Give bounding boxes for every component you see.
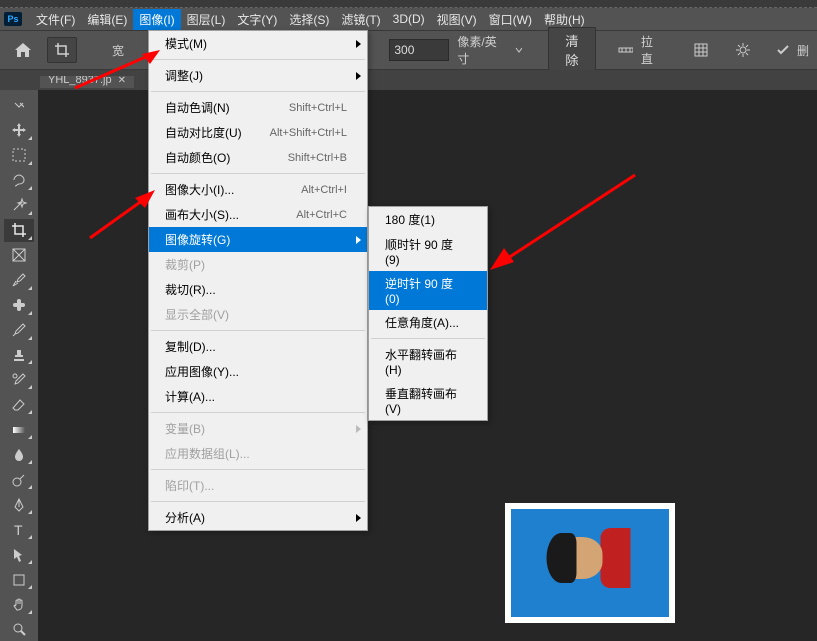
menu-layer[interactable]: 图层(L) [181, 9, 232, 30]
image-menu-dropdown: 模式(M) 调整(J) 自动色调(N)Shift+Ctrl+L 自动对比度(U)… [148, 30, 368, 531]
menu-apply-image[interactable]: 应用图像(Y)... [149, 359, 367, 384]
menubar: Ps 文件(F) 编辑(E) 图像(I) 图层(L) 文字(Y) 选择(S) 滤… [0, 8, 817, 30]
eraser-tool[interactable] [4, 393, 34, 416]
rotate-90-ccw[interactable]: 逆时针 90 度(0) [369, 271, 487, 310]
straighten-label: 拉直 [641, 33, 664, 67]
blur-tool[interactable] [4, 443, 34, 466]
menu-canvas-size[interactable]: 画布大小(S)...Alt+Ctrl+C [149, 202, 367, 227]
home-icon[interactable] [8, 36, 39, 64]
canvas-image[interactable] [505, 503, 675, 623]
menu-auto-tone[interactable]: 自动色调(N)Shift+Ctrl+L [149, 95, 367, 120]
menu-analysis[interactable]: 分析(A) [149, 505, 367, 530]
crop-tool[interactable] [4, 219, 34, 242]
tools-panel: T [0, 90, 38, 641]
menu-auto-color[interactable]: 自动颜色(O)Shift+Ctrl+B [149, 145, 367, 170]
path-tool[interactable] [4, 543, 34, 566]
menu-trap: 陷印(T)... [149, 473, 367, 498]
flip-vertical[interactable]: 垂直翻转画布(V) [369, 381, 487, 420]
check-icon [776, 43, 789, 57]
rotate-arbitrary[interactable]: 任意角度(A)... [369, 310, 487, 335]
menu-mode[interactable]: 模式(M) [149, 31, 367, 56]
menu-3d[interactable]: 3D(D) [387, 10, 431, 28]
stamp-tool[interactable] [4, 344, 34, 367]
menu-trim[interactable]: 裁切(R)... [149, 277, 367, 302]
gear-icon[interactable] [735, 42, 750, 58]
brush-tool[interactable] [4, 319, 34, 342]
crop-tool-icon[interactable] [47, 37, 77, 63]
chevron-down-icon[interactable] [515, 46, 523, 54]
menu-image[interactable]: 图像(I) [133, 9, 180, 30]
menu-reveal-all: 显示全部(V) [149, 302, 367, 327]
grid-icon[interactable] [693, 42, 708, 58]
menu-edit[interactable]: 编辑(E) [81, 9, 133, 30]
resolution-unit[interactable]: 像素/英寸 [457, 33, 506, 67]
gradient-tool[interactable] [4, 418, 34, 441]
healing-tool[interactable] [4, 294, 34, 317]
menu-view[interactable]: 视图(V) [431, 9, 483, 30]
pen-tool[interactable] [4, 493, 34, 516]
menu-select[interactable]: 选择(S) [283, 9, 335, 30]
ps-logo: Ps [4, 12, 22, 26]
menu-type[interactable]: 文字(Y) [231, 9, 283, 30]
menu-image-size[interactable]: 图像大小(I)...Alt+Ctrl+I [149, 177, 367, 202]
expand-icon[interactable] [4, 94, 34, 117]
menu-duplicate[interactable]: 复制(D)... [149, 334, 367, 359]
rotate-90-cw[interactable]: 顺时针 90 度(9) [369, 232, 487, 271]
menu-calculations[interactable]: 计算(A)... [149, 384, 367, 409]
options-bar: 宽 米 像素/英寸 清除 拉直 删 [0, 30, 817, 70]
frame-tool[interactable] [4, 244, 34, 267]
menu-adjustments[interactable]: 调整(J) [149, 63, 367, 88]
svg-text:T: T [14, 522, 23, 538]
menu-filter[interactable]: 滤镜(T) [335, 9, 386, 30]
flip-horizontal[interactable]: 水平翻转画布(H) [369, 342, 487, 381]
resolution-input[interactable] [389, 39, 449, 61]
rotate-180[interactable]: 180 度(1) [369, 207, 487, 232]
menu-image-rotation[interactable]: 图像旋转(G) [149, 227, 367, 252]
clear-button[interactable]: 清除 [548, 27, 596, 73]
menu-crop: 裁剪(P) [149, 252, 367, 277]
delete-label: 删 [797, 42, 809, 59]
eyedropper-tool[interactable] [4, 269, 34, 292]
width-label: 宽 [112, 42, 124, 59]
menu-apply-dataset: 应用数据组(L)... [149, 441, 367, 466]
lasso-tool[interactable] [4, 169, 34, 192]
shape-tool[interactable] [4, 568, 34, 591]
dodge-tool[interactable] [4, 468, 34, 491]
rotation-submenu: 180 度(1) 顺时针 90 度(9) 逆时针 90 度(0) 任意角度(A)… [368, 206, 488, 421]
straighten-icon[interactable] [618, 43, 633, 57]
history-brush-tool[interactable] [4, 368, 34, 391]
menu-window[interactable]: 窗口(W) [483, 9, 538, 30]
marquee-tool[interactable] [4, 144, 34, 167]
close-icon[interactable]: ✕ [118, 75, 126, 86]
magic-wand-tool[interactable] [4, 194, 34, 217]
menu-variables: 变量(B) [149, 416, 367, 441]
type-tool[interactable]: T [4, 518, 34, 541]
menu-file[interactable]: 文件(F) [30, 9, 81, 30]
move-tool[interactable] [4, 119, 34, 142]
hand-tool[interactable] [4, 593, 34, 616]
zoom-tool[interactable] [4, 618, 34, 641]
menu-auto-contrast[interactable]: 自动对比度(U)Alt+Shift+Ctrl+L [149, 120, 367, 145]
